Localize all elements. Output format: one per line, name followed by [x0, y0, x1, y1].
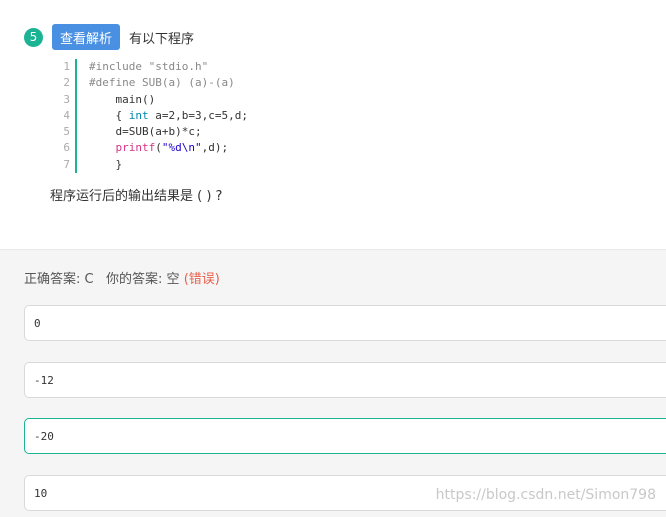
- option-text: 10: [34, 486, 48, 500]
- code-function: printf: [115, 141, 156, 155]
- code-text: #include "stdio.h": [89, 60, 209, 73]
- option-text: 0: [34, 316, 41, 330]
- code-rest: a=2,b=3,c=5,d;: [148, 108, 248, 122]
- option-b[interactable]: -12: [24, 362, 666, 398]
- correct-answer-label: 正确答案:: [24, 272, 81, 287]
- answer-summary: 正确答案: C 你的答案: 空 (错误): [24, 268, 220, 287]
- code-line: 2 #define SUB(a) (a)-(a): [58, 75, 248, 92]
- code-text: printf("%d\n",d);: [89, 140, 229, 156]
- line-number: 6: [58, 140, 77, 157]
- code-paren: (: [155, 141, 162, 155]
- line-number: 3: [58, 91, 77, 108]
- option-text: -20: [34, 429, 54, 443]
- code-text: main(): [89, 92, 156, 106]
- code-block: 1 #include "stdio.h" 2 #define SUB(a) (a…: [58, 59, 248, 174]
- code-line: 6 printf("%d\n",d);: [58, 140, 248, 157]
- code-text: #define SUB(a) (a)-(a): [89, 76, 235, 90]
- question-number-badge: 5: [24, 27, 43, 47]
- view-analysis-button[interactable]: 查看解析: [52, 24, 121, 50]
- code-string: "%d\n": [161, 141, 202, 155]
- code-text: }: [89, 157, 123, 171]
- code-keyword: int: [128, 108, 149, 122]
- code-text: { int a=2,b=3,c=5,d;: [89, 108, 248, 124]
- question-header: 5 查看解析 有以下程序: [24, 24, 194, 50]
- code-indent: {: [89, 108, 129, 122]
- line-number: 5: [58, 124, 77, 141]
- your-answer-label: 你的答案:: [106, 272, 163, 287]
- code-line: 5 d=SUB(a+b)*c;: [58, 124, 248, 141]
- question-title: 有以下程序: [129, 31, 195, 47]
- code-text: d=SUB(a+b)*c;: [89, 125, 202, 139]
- line-number: 1: [58, 59, 77, 76]
- option-text: -12: [34, 373, 54, 387]
- option-c[interactable]: -20: [24, 418, 666, 454]
- watermark: https://blog.csdn.net/Simon798: [435, 487, 656, 503]
- code-line: 3 main(): [58, 91, 248, 108]
- correct-answer-value: C: [84, 272, 94, 287]
- line-number: 7: [58, 156, 77, 174]
- option-a[interactable]: 0: [24, 305, 666, 341]
- question-prompt: 程序运行后的输出结果是 ( ) ?: [50, 189, 223, 204]
- code-rest: ,d);: [201, 141, 229, 155]
- line-number: 4: [58, 107, 77, 125]
- code-line: 1 #include "stdio.h": [58, 59, 248, 76]
- code-line: 4 { int a=2,b=3,c=5,d;: [58, 107, 248, 125]
- code-line: 7 }: [58, 156, 248, 174]
- your-answer-value: 空: [166, 272, 180, 287]
- answer-status: (错误): [183, 272, 220, 287]
- line-number: 2: [58, 75, 77, 92]
